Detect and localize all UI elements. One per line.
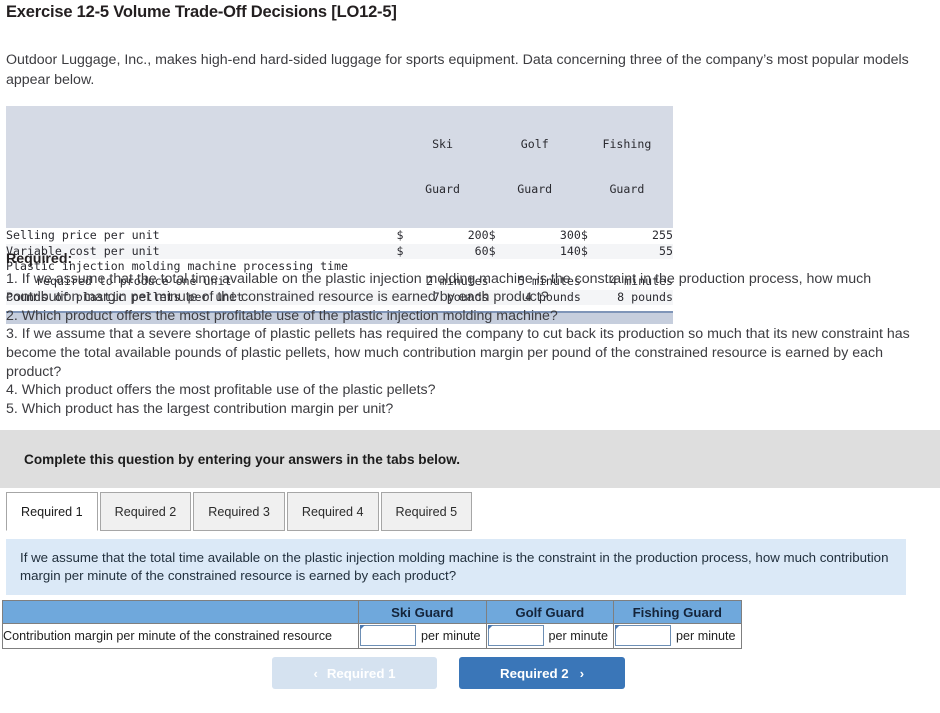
navigation-buttons: ‹ Required 1 Required 2 › (272, 657, 625, 689)
answer-table-container: Ski Guard Golf Guard Fishing Guard Contr… (2, 600, 742, 649)
data-table-header-golf: Golf Guard (488, 106, 581, 229)
data-header-ski-line2: Guard (425, 182, 460, 197)
input-holder-fishing (614, 624, 672, 648)
cm-per-minute-input-golf[interactable] (487, 625, 544, 646)
table-row: Selling price per unit $ 200 $ 300 $ 255 (6, 228, 673, 244)
tab-required-2[interactable]: Required 2 (99, 492, 192, 531)
tab-required-3[interactable]: Required 3 (193, 492, 285, 531)
data-row-value-ski: 200 (412, 228, 489, 244)
answer-header-ski-guard: Ski Guard (358, 600, 487, 624)
data-table-head: Ski Guard Golf Guard Fishing Guard (6, 106, 673, 229)
answer-table-header-row: Ski Guard Golf Guard Fishing Guard (2, 600, 742, 624)
required-section: Required: 1. If we assume that the total… (6, 250, 916, 418)
cm-per-minute-input-ski[interactable] (360, 625, 416, 646)
data-header-fishing-line1: Fishing (602, 136, 652, 151)
instruction-banner: Complete this question by entering your … (0, 430, 940, 488)
tab-required-1[interactable]: Required 1 (6, 492, 98, 531)
previous-requirement-button[interactable]: ‹ Required 1 (272, 657, 437, 689)
instruction-banner-text: Complete this question by entering your … (24, 451, 461, 467)
chevron-left-icon: ‹ (313, 665, 318, 681)
answer-row-label: Contribution margin per minute of the co… (2, 623, 359, 649)
data-table-header-fishing: Fishing Guard (580, 106, 673, 229)
required-item-4: 4. Which product offers the most profita… (6, 382, 436, 399)
answer-cell-fishing-guard[interactable]: per minute (613, 623, 742, 649)
data-row-currency-fishing: $ (580, 228, 597, 244)
answer-cell-golf-guard[interactable]: per minute (485, 623, 615, 649)
data-header-fishing-line2: Guard (609, 182, 645, 197)
cm-per-minute-input-fishing[interactable] (615, 625, 672, 646)
unit-label-golf: per minute (548, 629, 609, 643)
data-header-ski-line1: Ski (432, 136, 454, 151)
requirement-tabs: Required 1 Required 2 Required 3 Require… (6, 492, 474, 531)
data-row-value-golf: 300 (504, 228, 581, 244)
data-table-header-ski: Ski Guard (396, 106, 489, 229)
next-requirement-button[interactable]: Required 2 › (459, 657, 625, 689)
data-row-currency-ski: $ (396, 228, 413, 244)
tab-required-2-label: Required 2 (114, 504, 177, 519)
tab-required-1-label: Required 1 (21, 504, 83, 519)
data-table-header-row: Ski Guard Golf Guard Fishing Guard (6, 106, 673, 229)
data-table-header-blank (6, 106, 391, 229)
required-heading: Required: (6, 251, 73, 267)
chevron-right-icon: › (579, 665, 585, 681)
data-header-golf-line2: Guard (517, 182, 553, 197)
tab-required-4-label: Required 4 (301, 504, 364, 519)
input-holder-ski (359, 624, 416, 648)
data-row-label: Selling price per unit (6, 228, 391, 244)
intro-paragraph: Outdoor Luggage, Inc., makes high-end ha… (6, 52, 909, 88)
answer-cell-ski-guard[interactable]: per minute (358, 623, 487, 649)
answer-table-head: Ski Guard Golf Guard Fishing Guard (2, 600, 742, 624)
required-item-3: 3. If we assume that a severe shortage o… (6, 326, 910, 380)
unit-label-fishing: per minute (676, 629, 736, 643)
answer-table-body: Contribution margin per minute of the co… (2, 623, 742, 649)
tab-required-3-label: Required 3 (208, 504, 270, 519)
tab-required-5[interactable]: Required 5 (380, 492, 473, 531)
exercise-page: Exercise 12-5 Volume Trade-Off Decisions… (0, 0, 940, 713)
data-row-value-fishing: 255 (596, 228, 673, 244)
required-item-5: 5. Which product has the largest contrib… (6, 400, 394, 417)
required-item-1: 1. If we assume that the total time avai… (6, 270, 872, 306)
previous-requirement-label: Required 1 (326, 665, 396, 681)
tab-required-4[interactable]: Required 4 (286, 492, 379, 531)
required-item-2: 2. Which product offers the most profita… (6, 307, 558, 324)
input-holder-golf (487, 624, 544, 648)
answer-header-blank (2, 600, 359, 624)
data-row-currency-golf: $ (488, 228, 505, 244)
answer-table: Ski Guard Golf Guard Fishing Guard Contr… (2, 600, 742, 649)
answer-header-golf-guard: Golf Guard (485, 600, 615, 624)
question-panel: If we assume that the total time availab… (6, 539, 906, 595)
data-header-golf-line1: Golf (520, 136, 549, 151)
table-row: Contribution margin per minute of the co… (2, 623, 742, 649)
tab-required-5-label: Required 5 (395, 504, 458, 519)
unit-label-ski: per minute (421, 629, 481, 643)
question-panel-text: If we assume that the total time availab… (20, 550, 889, 583)
next-requirement-label: Required 2 (499, 665, 569, 681)
answer-header-fishing-guard: Fishing Guard (613, 600, 742, 624)
page-title: Exercise 12-5 Volume Trade-Off Decisions… (6, 3, 397, 21)
